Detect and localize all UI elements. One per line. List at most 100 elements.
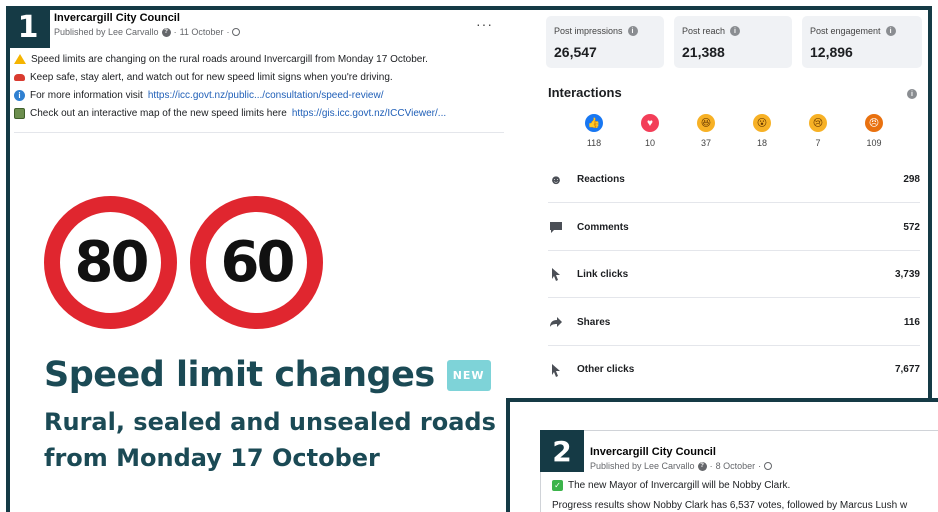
- post-meta: Published by Lee Carvallo ? · 8 October …: [590, 461, 773, 471]
- meta-dot: ·: [709, 461, 713, 471]
- sad-icon: 😢: [809, 114, 827, 132]
- stat-row-shares: Shares 116: [548, 299, 920, 346]
- reaction-count: 10: [644, 138, 655, 148]
- love-icon: ♥: [641, 114, 659, 132]
- reaction-count: 109: [866, 138, 882, 148]
- globe-icon: [764, 462, 773, 470]
- like-icon: 👍: [585, 114, 603, 132]
- new-badge: NEW: [446, 359, 491, 391]
- reaction-haha: 😆 37: [686, 114, 726, 148]
- stat-label: Link clicks: [577, 268, 629, 280]
- consultation-link[interactable]: https://icc.govt.nz/public.../consultati…: [148, 90, 384, 101]
- reaction-love: ♥ 10: [630, 114, 670, 148]
- check-icon: ✓: [552, 480, 563, 491]
- post-date[interactable]: 8 October: [716, 461, 756, 471]
- reaction-count: 18: [756, 138, 767, 148]
- info-icon[interactable]: i: [627, 26, 638, 36]
- post2-line: ✓ The new Mayor of Invercargill will be …: [552, 480, 790, 491]
- stat-value: 116: [903, 316, 920, 328]
- metric-card-impressions: Post impressions i 26,547: [546, 16, 664, 68]
- reaction-like: 👍 118: [574, 114, 614, 148]
- wow-icon: 😮: [753, 114, 771, 132]
- stat-row-link-clicks: Link clicks 3,739: [548, 251, 920, 298]
- subtitle-line-2: from Monday 17 October: [44, 444, 380, 472]
- globe-icon: [232, 28, 241, 36]
- headline-text: Speed limit changes: [44, 355, 435, 395]
- smiley-icon: ☻: [549, 171, 563, 187]
- post-image-subtitle: Rural, sealed and unsealed roads from Mo…: [44, 404, 496, 476]
- post-text: Speed limits are changing on the rural r…: [14, 50, 514, 122]
- reaction-count: 37: [700, 138, 711, 148]
- reaction-sad: 😢 7: [798, 114, 838, 148]
- speed-sign-80: 80: [44, 196, 177, 329]
- comment-icon: [548, 219, 564, 235]
- cursor-icon: [548, 362, 564, 378]
- angry-icon: 😠: [865, 114, 883, 132]
- subtitle-line-1: Rural, sealed and unsealed roads: [44, 408, 496, 436]
- stat-row-comments: Comments 572: [548, 204, 920, 251]
- car-icon: [14, 73, 25, 81]
- meta-dot: ·: [758, 461, 762, 471]
- stat-label: Reactions: [577, 173, 625, 185]
- haha-icon: 😆: [697, 114, 715, 132]
- metric-label: Post impressions: [554, 26, 623, 36]
- info-icon: i: [14, 89, 25, 101]
- stat-value: 3,739: [894, 268, 920, 280]
- metric-value: 21,388: [682, 44, 725, 60]
- post-line-text: For more information visit: [30, 89, 143, 101]
- post-line-text: Check out an interactive map of the new …: [30, 107, 287, 119]
- metric-value: 26,547: [554, 44, 597, 60]
- warning-icon: [14, 54, 26, 64]
- info-icon: ?: [697, 461, 707, 471]
- stat-label: Shares: [577, 316, 611, 328]
- post-line: Check out an interactive map of the new …: [14, 104, 514, 122]
- speed-sign-60: 60: [190, 196, 323, 329]
- post2-line-text-2: Progress results show Nobby Clark has 6,…: [552, 500, 908, 511]
- post-image-headline: Speed limit changes NEW: [44, 355, 491, 395]
- meta-dot: ·: [173, 27, 177, 37]
- metric-card-engagement: Post engagement i 12,896: [802, 16, 922, 68]
- post-header-2: Invercargill City Council Published by L…: [590, 446, 773, 471]
- reaction-wow: 😮 18: [742, 114, 782, 148]
- post-line-text: Keep safe, stay alert, and watch out for…: [30, 71, 393, 83]
- published-by: Published by Lee Carvallo: [590, 461, 695, 471]
- info-icon[interactable]: i: [907, 89, 917, 99]
- post-line: Speed limits are changing on the rural r…: [14, 50, 514, 68]
- stat-value: 7,677: [894, 364, 920, 375]
- more-options-button[interactable]: ···: [476, 16, 493, 32]
- page-name-link[interactable]: Invercargill City Council: [54, 12, 240, 24]
- post-line-text: Speed limits are changing on the rural r…: [31, 53, 428, 65]
- map-icon: [14, 107, 25, 119]
- stat-row-other-clicks: Other clicks 7,677: [548, 346, 920, 393]
- info-icon[interactable]: i: [885, 26, 896, 36]
- reaction-count: 7: [815, 138, 821, 148]
- metric-label: Post engagement: [810, 26, 881, 36]
- share-icon: [548, 314, 564, 330]
- interactions-title: Interactions: [548, 85, 622, 100]
- published-by: Published by Lee Carvallo: [54, 27, 159, 37]
- divider: [14, 132, 504, 133]
- stat-value: 572: [903, 221, 920, 233]
- info-icon: ?: [161, 27, 171, 37]
- metric-card-reach: Post reach i 21,388: [674, 16, 792, 68]
- reaction-angry: 😠 109: [854, 114, 894, 148]
- post2-line-text: The new Mayor of Invercargill will be No…: [568, 480, 791, 491]
- stat-label: Other clicks: [577, 364, 635, 375]
- post-header: Invercargill City Council Published by L…: [54, 12, 241, 37]
- post-line: Keep safe, stay alert, and watch out for…: [14, 68, 514, 86]
- metric-label: Post reach: [682, 26, 726, 36]
- stat-row-reactions: ☻ Reactions 298: [548, 156, 920, 203]
- reaction-count: 118: [586, 138, 602, 148]
- metric-value: 12,896: [810, 44, 853, 60]
- meta-dot: ·: [226, 27, 230, 37]
- post-meta: Published by Lee Carvallo ? · 11 October…: [54, 27, 241, 37]
- stat-label: Comments: [577, 221, 629, 233]
- panel-number-badge-2: 2: [540, 430, 584, 472]
- stat-value: 298: [903, 173, 920, 185]
- post-date[interactable]: 11 October: [180, 27, 224, 37]
- page-name-link[interactable]: Invercargill City Council: [590, 446, 772, 458]
- panel-number-badge-1: 1: [6, 6, 50, 48]
- post-line: i For more information visit https://icc…: [14, 86, 514, 104]
- info-icon[interactable]: i: [730, 26, 741, 36]
- map-viewer-link[interactable]: https://gis.icc.govt.nz/ICCViewer/...: [292, 108, 446, 119]
